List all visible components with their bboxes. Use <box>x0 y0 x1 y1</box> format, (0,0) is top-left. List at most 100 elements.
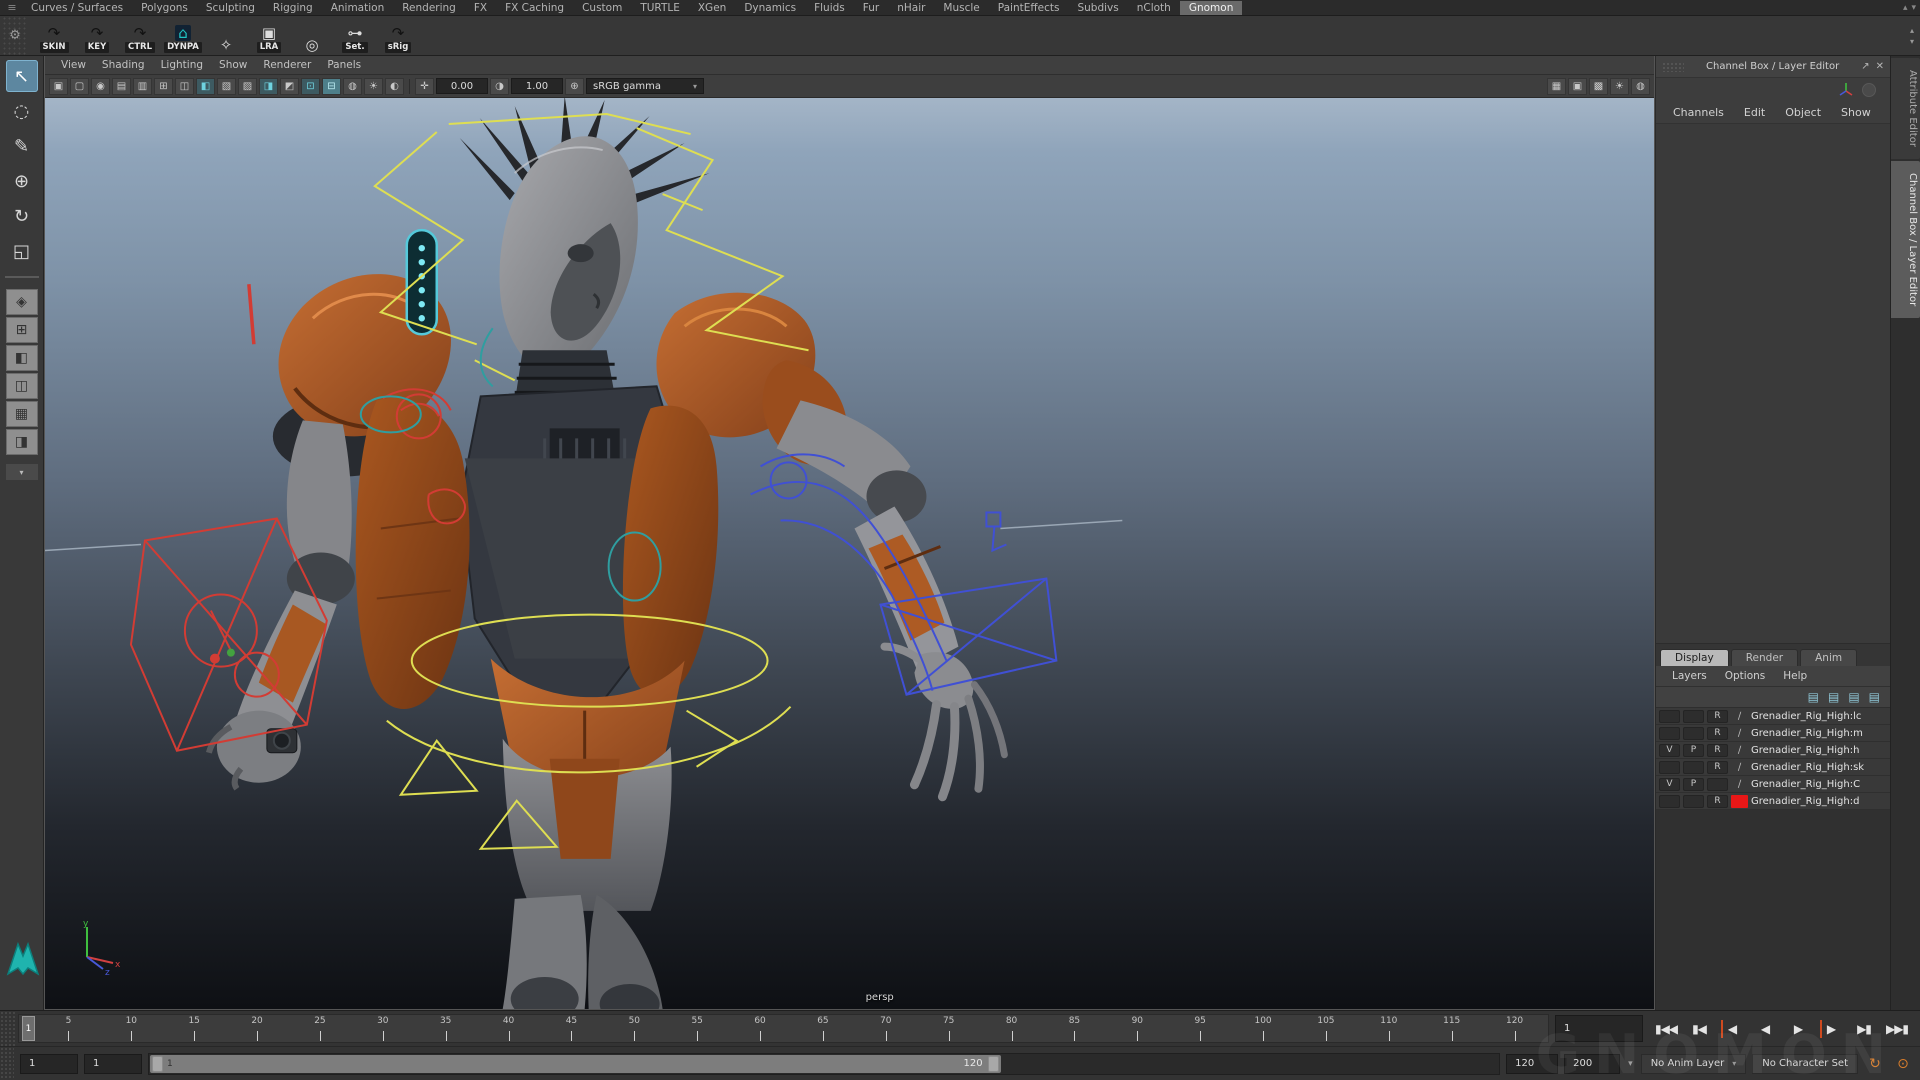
layer-editor-menu-item[interactable]: Options <box>1717 669 1774 683</box>
menu-item[interactable]: XGen <box>689 1 735 15</box>
xray-icon[interactable]: ◍ <box>1631 78 1650 95</box>
menu-item[interactable]: Fur <box>854 1 888 15</box>
auto-keyframe-toggle-icon[interactable]: ⊙ <box>1892 1053 1914 1075</box>
character-set-dropdown[interactable]: No Character Set <box>1752 1054 1858 1074</box>
layout-two-pane-button[interactable]: ◫ <box>6 373 38 399</box>
layer-display-type-toggle[interactable] <box>1707 778 1728 791</box>
image-plane-icon[interactable]: ▥ <box>133 78 152 95</box>
close-panel-icon[interactable]: ✕ <box>1876 61 1884 72</box>
layer-display-type-toggle[interactable]: R <box>1707 744 1728 757</box>
animation-end-field[interactable]: 200 <box>1564 1054 1620 1074</box>
playback-options-icon[interactable]: ↻ <box>1864 1053 1886 1075</box>
film-gate-icon[interactable]: ◫ <box>175 78 194 95</box>
menu-item[interactable]: nCloth <box>1128 1 1180 15</box>
shelf-dynpa-button[interactable]: ⌂ DYNPA <box>163 19 203 53</box>
lighting-icon[interactable]: ☀ <box>364 78 383 95</box>
layer-color-swatch[interactable]: ∕ <box>1731 710 1748 723</box>
menu-item[interactable]: Custom <box>573 1 631 15</box>
move-layer-down-icon[interactable]: ▤ <box>1828 691 1839 703</box>
menu-item[interactable]: Rendering <box>393 1 465 15</box>
perspective-view[interactable]: y x z persp <box>45 98 1654 1009</box>
create-layer-from-selected-icon[interactable]: ▤ <box>1869 691 1880 703</box>
layer-row[interactable]: R ∕ Grenadier_Rig_High:lc <box>1656 708 1890 725</box>
menu-item[interactable]: PaintEffects <box>989 1 1069 15</box>
safe-action-icon[interactable]: ◨ <box>259 78 278 95</box>
sidebar-tab[interactable]: Channel Box / Layer Editor <box>1891 161 1920 318</box>
menu-item[interactable]: FX Caching <box>496 1 573 15</box>
shelf-ik-joint-button[interactable]: ✧ <box>206 19 246 53</box>
view-transform-dropdown[interactable]: sRGB gamma ▾ <box>586 78 704 94</box>
gamma-icon[interactable]: ◑ <box>490 78 509 95</box>
shelf-set-button[interactable]: ⊶ Set. <box>335 19 375 53</box>
go-to-start-button[interactable]: ▮◀◀ <box>1651 1017 1681 1041</box>
layer-color-swatch[interactable]: ∕ <box>1731 778 1748 791</box>
layer-playback-toggle[interactable]: P <box>1683 778 1704 791</box>
select-tool[interactable]: ↖ <box>6 60 38 92</box>
layer-visibility-toggle[interactable] <box>1659 727 1680 740</box>
camera-attributes-icon[interactable]: ◉ <box>91 78 110 95</box>
menu-item[interactable]: Muscle <box>934 1 988 15</box>
shelf-tab-down-icon[interactable]: ▾ <box>1910 37 1914 46</box>
rotate-tool[interactable]: ↻ <box>6 200 38 232</box>
layer-row[interactable]: V P R ∕ Grenadier_Rig_High:h <box>1656 742 1890 759</box>
grid-icon[interactable]: ⊞ <box>154 78 173 95</box>
move-layer-up-icon[interactable]: ▤ <box>1808 691 1819 703</box>
layer-editor-tab[interactable]: Render <box>1731 649 1798 666</box>
range-end-handle[interactable] <box>988 1056 999 1072</box>
move-tool[interactable]: ⊕ <box>6 165 38 197</box>
current-time-field[interactable]: 1 <box>1555 1015 1643 1042</box>
workspace-menu-icon[interactable]: ≡ <box>4 1 20 14</box>
layer-visibility-toggle[interactable]: V <box>1659 744 1680 757</box>
menu-item[interactable]: TURTLE <box>631 1 689 15</box>
step-back-frame-button[interactable]: ▮◀ <box>1684 1017 1714 1041</box>
shelf-skin-button[interactable]: ↷ SKIN <box>34 19 74 53</box>
layer-editor-menu-item[interactable]: Layers <box>1664 669 1715 683</box>
panel-menu-item[interactable]: Show <box>211 58 255 72</box>
anim-layer-dropdown[interactable]: No Anim Layer ▾ <box>1641 1054 1747 1074</box>
range-slider-track[interactable]: 1 120 <box>148 1053 1500 1075</box>
axis-tripod-icon[interactable] <box>1838 82 1854 98</box>
panel-menu-item[interactable]: Lighting <box>153 58 211 72</box>
paint-select-tool[interactable]: ✎ <box>6 130 38 162</box>
layer-playback-toggle[interactable] <box>1683 727 1704 740</box>
range-slider-bar[interactable]: 1 120 <box>150 1055 1001 1073</box>
menu-item[interactable]: Subdivs <box>1068 1 1127 15</box>
frame-selection-icon[interactable]: ⊟ <box>322 78 341 95</box>
channel-list-area[interactable] <box>1656 124 1890 644</box>
layer-visibility-toggle[interactable] <box>1659 795 1680 808</box>
channel-box-menu-item[interactable]: Show <box>1832 105 1880 120</box>
layer-playback-toggle[interactable]: P <box>1683 744 1704 757</box>
shelf-ctrl-button[interactable]: ↷ CTRL <box>120 19 160 53</box>
range-start-handle[interactable] <box>152 1056 163 1072</box>
menu-item[interactable]: FX <box>465 1 496 15</box>
exposure-icon[interactable]: ✛ <box>415 78 434 95</box>
time-slider-grip[interactable] <box>0 1011 16 1046</box>
playback-end-field[interactable]: 120 <box>1506 1054 1558 1074</box>
menu-item[interactable]: Animation <box>322 1 394 15</box>
range-options-chevron-icon[interactable]: ▾ <box>1626 1059 1635 1069</box>
field-chart-icon[interactable]: ▨ <box>238 78 257 95</box>
layer-visibility-toggle[interactable]: V <box>1659 778 1680 791</box>
layer-editor-tab[interactable]: Anim <box>1800 649 1857 666</box>
panel-menu-item[interactable]: Renderer <box>255 58 319 72</box>
select-camera-icon[interactable]: ▣ <box>49 78 68 95</box>
layout-hypershade-persp-button[interactable]: ▦ <box>6 401 38 427</box>
panel-menu-item[interactable]: View <box>53 58 94 72</box>
layout-four-view-button[interactable]: ⊞ <box>6 317 38 343</box>
layer-playback-toggle[interactable] <box>1683 710 1704 723</box>
shelf-scroll-down-icon[interactable]: ▾ <box>1911 3 1916 13</box>
shelf-key-button[interactable]: ↷ KEY <box>77 19 117 53</box>
menu-item[interactable]: Gnomon <box>1180 1 1243 15</box>
lock-camera-icon[interactable]: ▢ <box>70 78 89 95</box>
panel-menu-item[interactable]: Panels <box>319 58 369 72</box>
layer-color-swatch[interactable]: ∕ <box>1731 761 1748 774</box>
color-management-globe-icon[interactable]: ⊕ <box>565 78 584 95</box>
layer-display-type-toggle[interactable]: R <box>1707 727 1728 740</box>
menu-item[interactable]: Polygons <box>132 1 197 15</box>
animation-start-field[interactable]: 1 <box>20 1054 78 1074</box>
panel-menu-item[interactable]: Shading <box>94 58 153 72</box>
channel-box-menu-item[interactable]: Channels <box>1664 105 1733 120</box>
shaded-icon[interactable]: ▣ <box>1568 78 1587 95</box>
play-backwards-button[interactable]: ◀ <box>1750 1017 1780 1041</box>
isolate-select-icon[interactable]: ◍ <box>343 78 362 95</box>
